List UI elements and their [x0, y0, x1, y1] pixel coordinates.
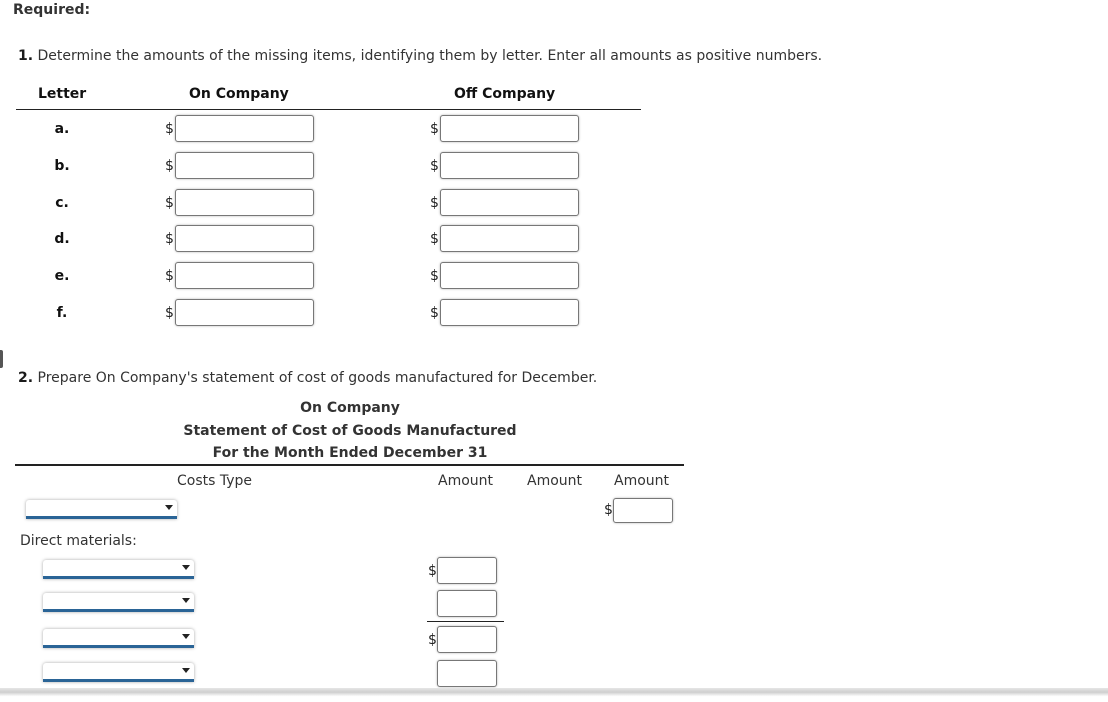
- cost-type-select-1[interactable]: [26, 500, 177, 519]
- dollar-sign: $: [165, 268, 174, 284]
- dollar-sign: $: [430, 268, 439, 284]
- chevron-down-icon: [182, 565, 190, 570]
- amount3-input[interactable]: [613, 498, 673, 523]
- part1-instruction-text: Determine the amounts of the missing ite…: [37, 48, 823, 64]
- side-marker: [0, 350, 3, 368]
- dollar-sign: $: [165, 231, 174, 247]
- dollar-sign: $: [430, 158, 439, 174]
- chevron-down-icon: [182, 634, 190, 639]
- chevron-down-icon: [182, 598, 190, 603]
- off-company-input[interactable]: [440, 152, 579, 179]
- part1-instruction: 1. Determine the amounts of the missing …: [18, 48, 822, 64]
- dollar-sign: $: [430, 305, 439, 321]
- header-letter: Letter: [38, 86, 87, 102]
- header-costs-type: Costs Type: [177, 473, 253, 489]
- on-company-input[interactable]: [175, 299, 314, 326]
- direct-materials-amount-input[interactable]: [437, 626, 497, 653]
- off-company-input[interactable]: [440, 262, 579, 289]
- statement-company: On Company: [300, 400, 400, 416]
- chevron-down-icon: [182, 668, 190, 673]
- dollar-sign: $: [165, 158, 174, 174]
- direct-materials-amount-input[interactable]: [437, 590, 497, 617]
- row-letter: d.: [54, 231, 70, 247]
- statement-title: Statement of Cost of Goods Manufactured: [183, 423, 517, 439]
- dollar-sign: $: [165, 195, 174, 211]
- direct-materials-select[interactable]: [43, 593, 194, 612]
- part2-instruction: 2. Prepare On Company's statement of cos…: [18, 370, 597, 386]
- off-company-input[interactable]: [440, 189, 579, 216]
- required-heading: Required:: [13, 2, 91, 18]
- on-company-input[interactable]: [175, 152, 314, 179]
- header-amount-3: Amount: [614, 473, 670, 489]
- dollar-sign: $: [428, 563, 437, 579]
- dollar-sign: $: [430, 195, 439, 211]
- header-amount-2: Amount: [527, 473, 583, 489]
- bottom-scroll-edge: [0, 688, 1108, 702]
- dollar-sign: $: [430, 231, 439, 247]
- on-company-input[interactable]: [175, 115, 314, 142]
- chevron-down-icon: [165, 505, 173, 510]
- off-company-input[interactable]: [440, 225, 579, 252]
- dollar-sign: $: [165, 121, 174, 137]
- dollar-sign: $: [428, 632, 437, 648]
- direct-materials-amount-input[interactable]: [437, 660, 497, 687]
- direct-materials-select[interactable]: [43, 560, 194, 579]
- direct-materials-select[interactable]: [43, 663, 194, 682]
- header-divider: [16, 109, 641, 110]
- subtotal-line: [427, 621, 504, 622]
- statement-divider: [15, 464, 684, 466]
- on-company-input[interactable]: [175, 225, 314, 252]
- dollar-sign: $: [430, 121, 439, 137]
- part2-instruction-text: Prepare On Company's statement of cost o…: [37, 370, 598, 386]
- direct-materials-select[interactable]: [43, 629, 194, 648]
- off-company-input[interactable]: [440, 299, 579, 326]
- row-letter: a.: [54, 121, 70, 137]
- off-company-input[interactable]: [440, 115, 579, 142]
- row-letter: b.: [54, 158, 70, 174]
- dollar-sign: $: [604, 502, 613, 518]
- row-letter: c.: [55, 195, 69, 211]
- header-amount-1: Amount: [438, 473, 494, 489]
- header-off-company: Off Company: [454, 86, 556, 102]
- part1-number: 1.: [18, 48, 34, 64]
- direct-materials-label: Direct materials:: [20, 533, 137, 549]
- statement-period: For the Month Ended December 31: [212, 445, 488, 461]
- row-letter: e.: [54, 268, 70, 284]
- on-company-input[interactable]: [175, 262, 314, 289]
- part2-number: 2.: [18, 370, 34, 386]
- dollar-sign: $: [165, 305, 174, 321]
- header-on-company: On Company: [189, 86, 289, 102]
- row-letter: f.: [56, 305, 68, 321]
- on-company-input[interactable]: [175, 189, 314, 216]
- direct-materials-amount-input[interactable]: [437, 557, 497, 584]
